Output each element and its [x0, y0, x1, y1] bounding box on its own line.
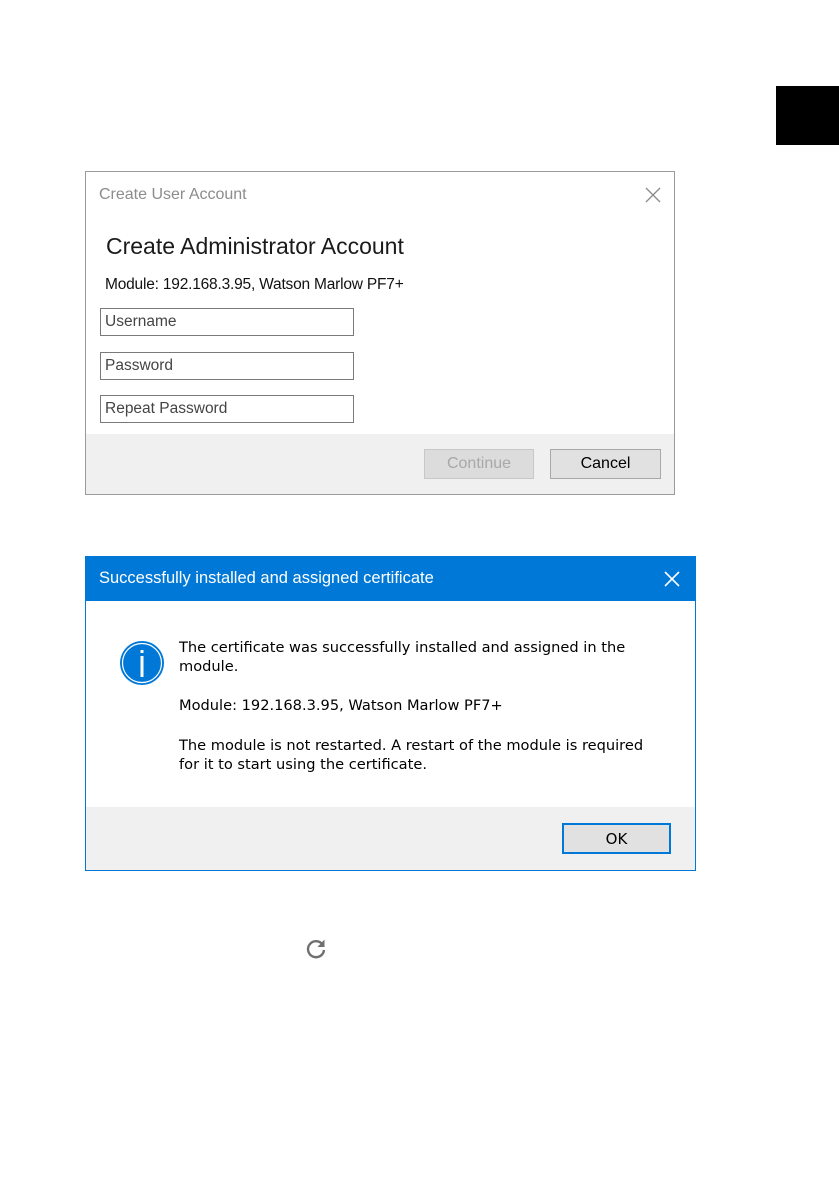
dialog-titlebar: Successfully installed and assigned cert…: [86, 557, 695, 601]
restart-notice: The module is not restarted. A restart o…: [179, 737, 644, 773]
dialog-footer: OK: [86, 807, 695, 870]
module-info: Module: 192.168.3.95, Watson Marlow PF7+: [105, 276, 404, 293]
repeat-password-input[interactable]: [100, 395, 354, 423]
certificate-success-dialog: Successfully installed and assigned cert…: [85, 556, 696, 871]
dialog-window-title: Successfully installed and assigned cert…: [99, 569, 434, 587]
close-icon[interactable]: [642, 184, 664, 206]
module-info: Module: 192.168.3.95, Watson Marlow PF7+: [179, 697, 503, 714]
password-input[interactable]: [100, 352, 354, 380]
dialog-window-title: Create User Account: [99, 186, 247, 203]
username-input[interactable]: [100, 308, 354, 336]
cancel-button[interactable]: Cancel: [550, 449, 661, 479]
refresh-icon[interactable]: [303, 936, 329, 962]
ok-button[interactable]: OK: [562, 823, 671, 854]
close-icon[interactable]: [661, 568, 683, 590]
continue-button[interactable]: Continue: [424, 449, 534, 479]
page-edge-tab: [776, 86, 839, 145]
dialog-footer: Continue Cancel: [86, 434, 674, 494]
message-text: The certificate was successfully install…: [179, 639, 626, 675]
create-user-account-dialog: Create User Account Create Administrator…: [85, 171, 675, 495]
info-icon: [119, 640, 165, 686]
dialog-heading: Create Administrator Account: [106, 233, 404, 259]
